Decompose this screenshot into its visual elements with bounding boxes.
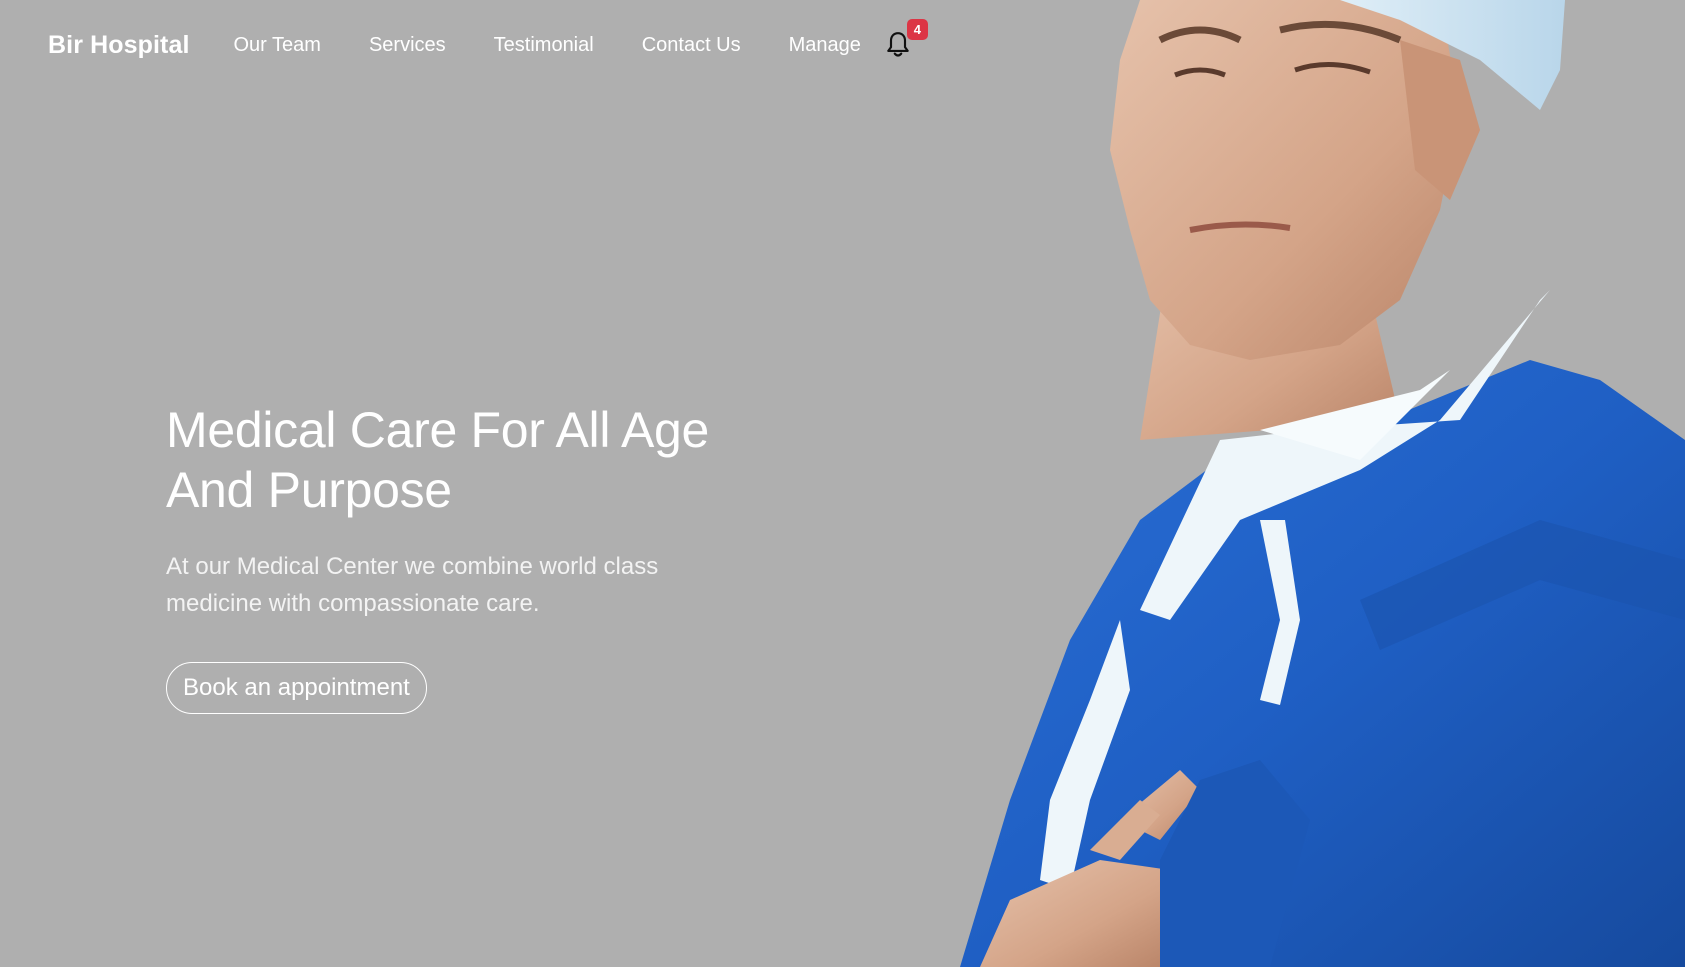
- nav-item-testimonial[interactable]: Testimonial: [494, 34, 594, 57]
- nav-item-our-team[interactable]: Our Team: [234, 34, 321, 57]
- brand-logo[interactable]: Bir Hospital: [48, 31, 190, 60]
- hero-title: Medical Care For All Age And Purpose: [166, 400, 786, 520]
- hero-title-line-1: Medical Care For All Age: [166, 402, 710, 458]
- doctor-hero-image: [960, 0, 1685, 967]
- page: Bir Hospital Our Team Services Testimoni…: [0, 0, 1685, 967]
- hero-description: At our Medical Center we combine world c…: [166, 548, 726, 622]
- notification-button[interactable]: 4: [885, 19, 928, 59]
- book-appointment-button[interactable]: Book an appointment: [166, 662, 427, 714]
- nav-item-services[interactable]: Services: [369, 34, 446, 57]
- hero-title-line-2: And Purpose: [166, 462, 452, 518]
- notification-count-badge: 4: [906, 19, 928, 40]
- top-navbar: Bir Hospital Our Team Services Testimoni…: [0, 0, 1000, 90]
- hero-section: Medical Care For All Age And Purpose At …: [166, 400, 786, 714]
- hero-description-line-2: medicine with compassionate care.: [166, 590, 540, 617]
- hero-description-line-1: At our Medical Center we combine world c…: [166, 553, 659, 580]
- nav-item-contact-us[interactable]: Contact Us: [642, 34, 741, 57]
- nav-item-manage[interactable]: Manage: [789, 34, 861, 57]
